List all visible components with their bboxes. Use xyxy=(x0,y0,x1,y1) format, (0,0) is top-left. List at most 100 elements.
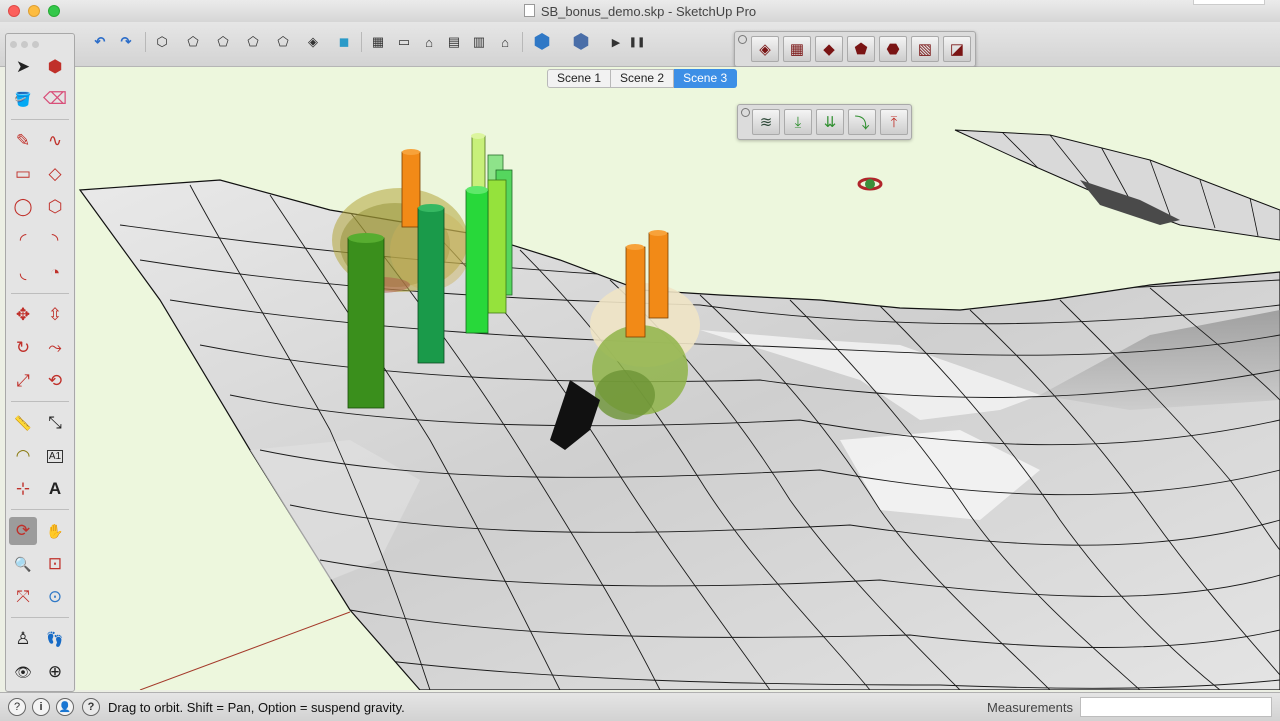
view-top-button[interactable]: ⬠ xyxy=(181,31,205,53)
components-icon: ▤ xyxy=(447,34,461,49)
orbit-cursor xyxy=(857,177,883,191)
rectangle-tool[interactable]: ▭ xyxy=(9,160,37,188)
rotate-tool[interactable]: ↻ xyxy=(9,334,37,362)
distant-terrain-strip xyxy=(954,129,1280,241)
section-plane-button[interactable]: ▭ xyxy=(392,31,416,53)
view-front-button[interactable]: ⬠ xyxy=(211,31,235,53)
instructor-button[interactable]: ? xyxy=(82,698,100,716)
undo-button[interactable]: ↶ xyxy=(88,31,112,53)
tape-measure-tool[interactable]: 📏 xyxy=(9,409,37,437)
view-iso-button[interactable]: ⬡ xyxy=(150,31,174,53)
circle-tool-icon: ◯ xyxy=(13,197,33,216)
style-shaded-icon: ◼ xyxy=(338,34,350,49)
paint-bucket-tool[interactable]: 🪣 xyxy=(9,85,37,113)
position-camera-icon: ♙ xyxy=(15,629,31,648)
sandbox-from-scratch-button[interactable]: ▦ xyxy=(783,36,811,62)
zoom-extents-tool[interactable]: ⤧ xyxy=(9,583,37,611)
model-viewport[interactable] xyxy=(76,67,1280,690)
drop-to-surface-button[interactable]: ⤓ xyxy=(784,109,812,135)
main-toolbar: ↶ ↷ ⬡ ⬠ ⬠ ⬠ ⬠ ◈ ◼ ▦ ▭ ⌂ ▤ ▥ ⌂ ⬢ ⬢ ▶ ❚❚ xyxy=(0,22,1280,67)
offset-tool[interactable]: ⟲ xyxy=(41,367,69,395)
tab-scene-2[interactable]: Scene 2 xyxy=(611,69,675,88)
redo-button[interactable]: ↷ xyxy=(114,31,138,53)
make-component-tool[interactable]: ⬢ xyxy=(41,53,69,81)
polygon-tool[interactable]: ⬡ xyxy=(41,193,69,221)
pie-tool-icon: ◔ xyxy=(49,263,61,282)
drape-button[interactable]: ⬣ xyxy=(879,36,907,62)
extension-warehouse-button[interactable]: ▥ xyxy=(467,31,491,53)
pie-tool[interactable]: ◔ xyxy=(41,259,69,287)
move-tool[interactable]: ✥ xyxy=(9,301,37,329)
style-shaded-button[interactable]: ◼ xyxy=(332,31,356,53)
user-account-icon: 👤 xyxy=(58,701,72,713)
terrain-model[interactable] xyxy=(76,67,1280,690)
zoom-tool[interactable]: 🔍 xyxy=(9,550,37,578)
smoove-button[interactable]: ◆ xyxy=(815,36,843,62)
axes-tool[interactable]: ⊹ xyxy=(9,475,37,503)
freehand-tool[interactable]: ∿ xyxy=(41,127,69,155)
circle-tool[interactable]: ◯ xyxy=(9,193,37,221)
layout-button[interactable]: ⬢ xyxy=(567,27,595,55)
share-model-button[interactable]: ⌂ xyxy=(493,31,517,53)
instructor-icon: ? xyxy=(87,701,95,713)
orbit-tool[interactable]: ⟳ xyxy=(9,517,37,545)
add-detail-button[interactable]: ▧ xyxy=(911,36,939,62)
geolocation-button[interactable]: ? xyxy=(8,698,26,716)
credits-icon: i xyxy=(39,701,43,713)
protractor-icon: ◠ xyxy=(15,446,31,465)
pan-tool[interactable]: ✋ xyxy=(41,517,69,545)
pause-animation-button[interactable]: ❚❚ xyxy=(625,31,649,53)
zoom-window-tool[interactable]: ⊡ xyxy=(41,550,69,578)
make-component-icon: ⬢ xyxy=(47,57,63,76)
line-tool[interactable]: ✎ xyxy=(9,127,37,155)
tab-scene-1[interactable]: Scene 1 xyxy=(547,69,612,88)
3d-text-tool[interactable]: A xyxy=(41,475,69,503)
user-account-button[interactable]: 👤 xyxy=(56,698,74,716)
rotated-rectangle-tool[interactable]: ◇ xyxy=(41,160,69,188)
drape-edges-button[interactable]: ⤵ xyxy=(848,109,876,135)
arc-tool[interactable]: ◜ xyxy=(9,226,37,254)
measurements-field[interactable] xyxy=(1080,697,1272,717)
protractor-tool[interactable]: ◠ xyxy=(9,442,37,470)
previous-view-tool[interactable]: ⊙ xyxy=(41,583,69,611)
eraser-tool[interactable]: ⌫ xyxy=(41,85,69,113)
contour-layers-button[interactable]: ≋ xyxy=(752,109,780,135)
three-point-arc-tool[interactable]: ◟ xyxy=(9,259,37,287)
get-models-icon: ⬢ xyxy=(533,30,551,53)
flip-edge-button[interactable]: ◪ xyxy=(943,36,971,62)
palette-separator xyxy=(11,509,69,510)
text-tool[interactable]: A1 xyxy=(41,442,69,470)
drop-multiple-button[interactable]: ⇊ xyxy=(816,109,844,135)
components-button[interactable]: ▤ xyxy=(442,31,466,53)
push-pull-tool[interactable]: ⇳ xyxy=(41,301,69,329)
view-right-button[interactable]: ⬠ xyxy=(241,31,265,53)
view-back-button[interactable]: ⬠ xyxy=(271,31,295,53)
follow-me-tool[interactable]: ⤳ xyxy=(41,334,69,362)
dimension-tool[interactable]: ⤡ xyxy=(41,409,69,437)
get-models-button[interactable]: ⬢ xyxy=(528,27,556,55)
walk-tool[interactable]: 👣 xyxy=(41,625,69,653)
raise-object-button[interactable]: ⤒ xyxy=(880,109,908,135)
select-tool[interactable]: ➤ xyxy=(9,53,37,81)
credits-button[interactable]: i xyxy=(32,698,50,716)
look-around-tool[interactable]: 👁 xyxy=(9,658,37,686)
contour-layers-icon: ≋ xyxy=(759,114,773,131)
close-icon[interactable] xyxy=(741,108,750,117)
section-plane-tool[interactable]: ⊕ xyxy=(41,658,69,686)
two-point-arc-tool[interactable]: ◝ xyxy=(41,226,69,254)
style-textured-button[interactable]: ▦ xyxy=(366,31,390,53)
status-hint: Drag to orbit. Shift = Pan, Option = sus… xyxy=(108,700,405,715)
3d-text-icon: A xyxy=(48,479,62,498)
tab-scene-3[interactable]: Scene 3 xyxy=(674,69,738,88)
scale-tool[interactable]: ⤢ xyxy=(9,367,37,395)
style-xray-button[interactable]: ◈ xyxy=(301,31,325,53)
undo-icon: ↶ xyxy=(94,34,106,49)
close-icon[interactable] xyxy=(738,35,747,44)
sandbox-from-contours-button[interactable]: ◈ xyxy=(751,36,779,62)
palette-separator xyxy=(11,293,69,294)
toolbar-separator xyxy=(522,32,523,52)
warehouse-button[interactable]: ⌂ xyxy=(417,31,441,53)
position-camera-tool[interactable]: ♙ xyxy=(9,625,37,653)
stamp-button[interactable]: ⬟ xyxy=(847,36,875,62)
arc-tool-icon: ◜ xyxy=(19,230,27,249)
